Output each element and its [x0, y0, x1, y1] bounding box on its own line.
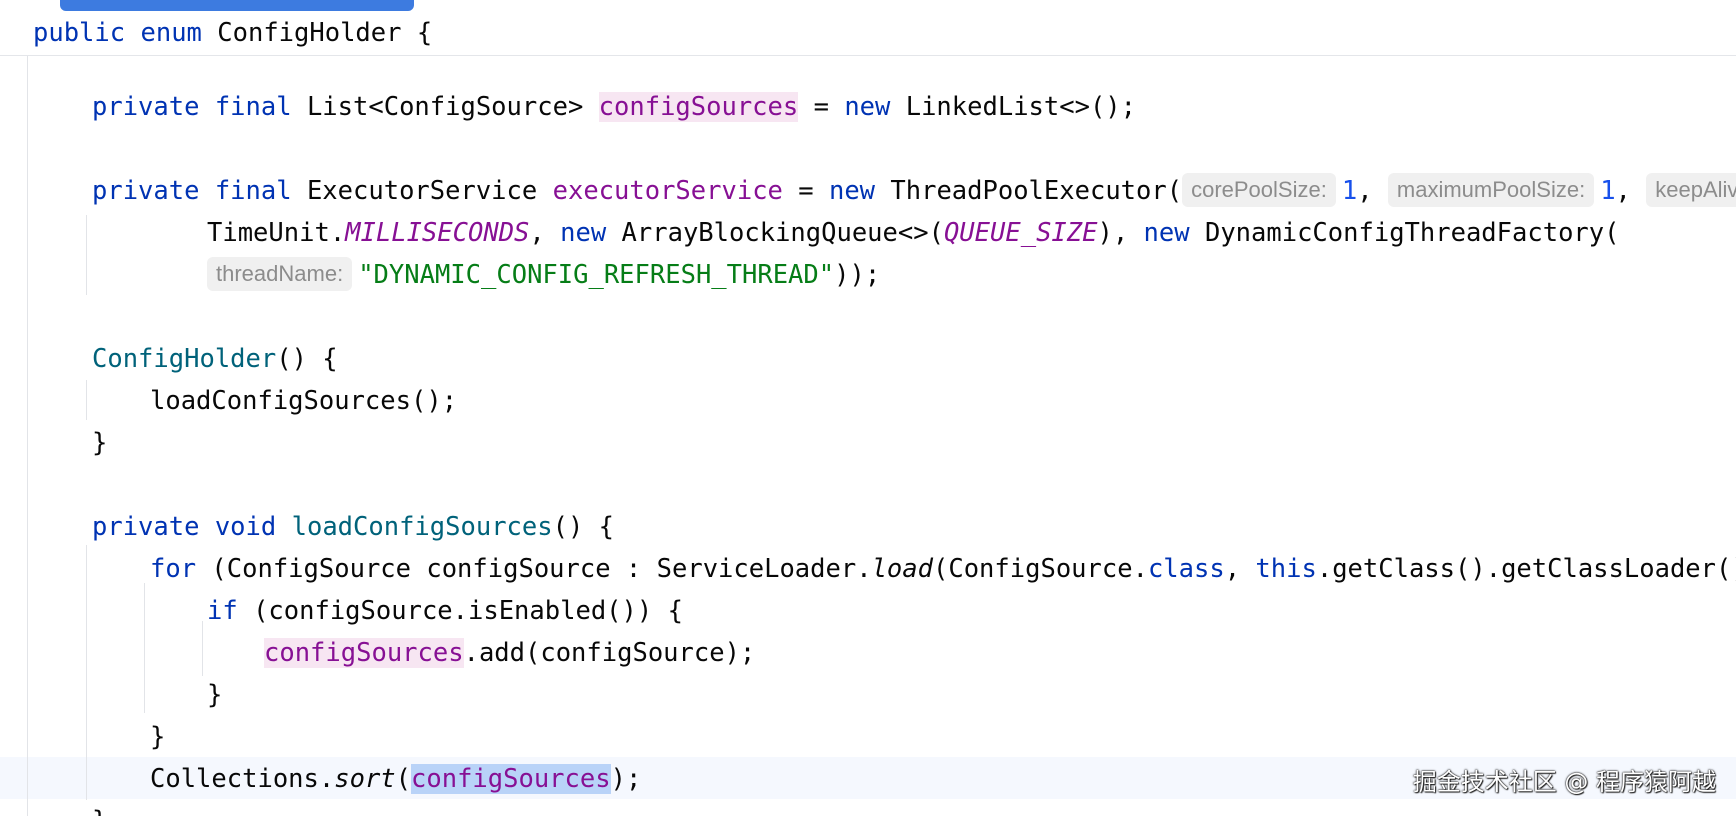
indent-guide: [202, 621, 203, 676]
code-text: () {: [276, 344, 338, 374]
keyword: final: [214, 92, 292, 122]
keyword: new: [828, 176, 876, 206]
code-line-3[interactable]: private final ExecutorService executorSe…: [92, 170, 1736, 212]
type-name: List<ConfigSource>: [306, 92, 584, 122]
code-line-5[interactable]: threadName: "DYNAMIC_CONFIG_REFRESH_THREA…: [207, 254, 880, 296]
keyword: new: [1143, 218, 1190, 248]
indent-guide: [86, 380, 87, 420]
code-text: }: [150, 722, 166, 752]
number-literal: 1: [1600, 176, 1616, 206]
keyword: new: [560, 218, 607, 248]
method-name[interactable]: loadConfigSources: [292, 512, 553, 542]
keyword: private: [92, 92, 200, 122]
field-config-sources[interactable]: configSources: [598, 92, 799, 122]
code-text: TimeUnit.: [207, 218, 346, 248]
class-name: ConfigHolder: [217, 18, 402, 48]
method-call: loadConfigSources();: [150, 386, 458, 416]
code-text: () {: [552, 512, 615, 542]
code-line-8[interactable]: }: [92, 422, 107, 464]
code-line-1[interactable]: public enum ConfigHolder {: [33, 12, 432, 54]
code-text: (ConfigSource configSource : ServiceLoad…: [196, 554, 872, 584]
keyword: final: [214, 176, 292, 206]
code-text: LinkedList<>();: [890, 92, 1137, 122]
code-text: Collections.: [150, 764, 335, 794]
code-line-16[interactable]: }: [92, 800, 107, 816]
field-executor-service[interactable]: executorService: [553, 176, 783, 206]
keyword: void: [214, 512, 277, 542]
field-config-sources[interactable]: configSources: [264, 638, 464, 668]
number-literal: 1: [1341, 176, 1358, 206]
code-text: ArrayBlockingQueue<>(: [606, 218, 944, 248]
keyword: private: [92, 176, 200, 206]
scroll-progress-indicator: [60, 0, 414, 11]
code-line-15[interactable]: Collections.sort(configSources);: [150, 758, 641, 800]
code-line-10[interactable]: for (ConfigSource configSource : Service…: [150, 548, 1736, 590]
code-line-12[interactable]: configSources.add(configSource);: [264, 632, 755, 674]
string-literal: "DYNAMIC_CONFIG_REFRESH_THREAD": [358, 260, 835, 290]
code-text: .add(configSource);: [463, 638, 756, 668]
code-line-14[interactable]: }: [150, 716, 165, 758]
parameter-hint-maximum-pool-size: maximumPoolSize:: [1387, 173, 1595, 207]
code-line-2[interactable]: private final List<ConfigSource> configS…: [92, 86, 1136, 128]
code-line-13[interactable]: }: [207, 674, 222, 716]
selected-text[interactable]: configSources: [411, 764, 611, 794]
code-editor[interactable]: public enum ConfigHolder { private final…: [0, 0, 1736, 816]
keyword: for: [150, 554, 197, 584]
constructor-name[interactable]: ConfigHolder: [92, 344, 276, 374]
type-name: ExecutorService: [306, 176, 538, 206]
indent-guide: [144, 583, 145, 713]
code-line-11[interactable]: if (configSource.isEnabled()) {: [207, 590, 683, 632]
code-text: .getClass().getClassLoader())) {: [1316, 554, 1736, 584]
watermark: 掘金技术社区 @ 程序猿阿越: [1412, 768, 1716, 796]
keyword: this: [1255, 554, 1317, 584]
code-text: ThreadPoolExecutor(: [875, 176, 1183, 206]
code-text: ,: [529, 218, 561, 248]
constant-queue-size: QUEUE_SIZE: [943, 218, 1098, 248]
code-text: }: [92, 806, 107, 816]
keyword: public: [33, 18, 126, 48]
code-line-9[interactable]: private void loadConfigSources() {: [92, 506, 614, 548]
code-text: ,: [1224, 554, 1256, 584]
code-text: ),: [1097, 218, 1144, 248]
code-text: );: [610, 764, 642, 794]
code-text: =: [798, 92, 845, 122]
code-text: {: [401, 18, 433, 48]
code-text: }: [207, 680, 223, 710]
code-line-7[interactable]: loadConfigSources();: [150, 380, 457, 422]
code-text: ));: [834, 260, 881, 290]
indent-guide: [27, 56, 28, 816]
indent-guide: [86, 545, 87, 800]
keyword: class: [1147, 554, 1225, 584]
code-text: (: [395, 764, 412, 794]
static-method-call: load: [871, 554, 933, 584]
parameter-hint-core-pool-size: corePoolSize:: [1182, 173, 1336, 207]
code-text: ,: [1357, 176, 1388, 206]
code-text: (configSource.isEnabled()) {: [237, 596, 683, 626]
code-line-4[interactable]: TimeUnit.MILLISECONDS, new ArrayBlocking…: [207, 212, 1619, 254]
keyword: new: [844, 92, 891, 122]
parameter-hint-thread-name: threadName:: [207, 257, 353, 291]
static-method-call: sort: [334, 764, 396, 794]
code-text: ,: [1615, 176, 1647, 206]
code-line-6[interactable]: ConfigHolder() {: [92, 338, 338, 380]
keyword: enum: [140, 18, 202, 48]
code-text: DynamicConfigThreadFactory(: [1189, 218, 1620, 248]
code-text: (ConfigSource.: [933, 554, 1148, 584]
keyword: private: [92, 512, 200, 542]
parameter-hint-keep-alive-time: keepAliveTi: [1646, 173, 1736, 207]
keyword: if: [207, 596, 238, 626]
constant-milliseconds: MILLISECONDS: [345, 218, 530, 248]
code-text: }: [92, 428, 108, 458]
code-text: =: [782, 176, 829, 206]
indent-guide: [86, 215, 87, 295]
